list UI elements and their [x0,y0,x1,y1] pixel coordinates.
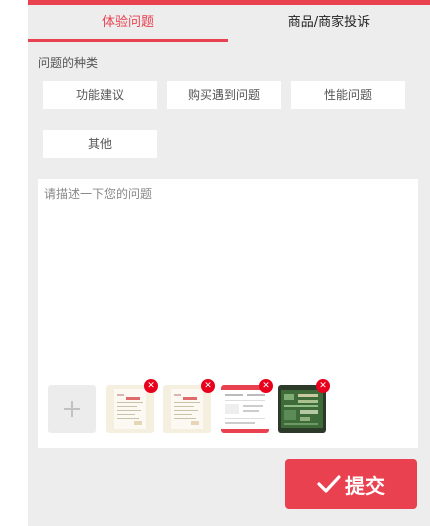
close-icon: ✕ [147,381,155,391]
description-box: ✕ ✕ [38,179,418,448]
close-icon: ✕ [204,381,212,391]
description-textarea[interactable] [38,179,418,369]
checkmark-icon [317,475,341,493]
category-option-performance-issue[interactable]: 性能问题 [291,81,405,109]
category-label: 问题的种类 [38,56,99,70]
active-tab-indicator [28,39,228,42]
delete-attachment-button[interactable]: ✕ [201,379,215,393]
add-photo-button[interactable] [48,385,96,433]
delete-attachment-button[interactable]: ✕ [259,379,273,393]
submit-label: 提交 [345,473,385,498]
tab-experience-issue[interactable]: 体验问题 [28,5,228,40]
category-option-feature-suggestion[interactable]: 功能建议 [43,81,157,109]
submit-button[interactable]: 提交 [285,459,417,509]
delete-attachment-button[interactable]: ✕ [316,379,330,393]
tab-merchant-complaint[interactable]: 商品/商家投诉 [228,5,430,40]
attachment-thumbnail[interactable]: ✕ [278,379,330,433]
attachment-thumbnail[interactable]: ✕ [106,379,158,433]
category-option-other[interactable]: 其他 [43,130,157,158]
delete-attachment-button[interactable]: ✕ [144,379,158,393]
category-option-purchase-problem[interactable]: 购买遇到问题 [167,81,281,109]
feedback-panel: 体验问题 商品/商家投诉 问题的种类 功能建议 购买遇到问题 性能问题 其他 请… [28,0,430,526]
attachment-thumbnail[interactable]: ✕ [221,379,273,433]
close-icon: ✕ [319,381,327,391]
close-icon: ✕ [262,381,270,391]
tab-bar: 体验问题 商品/商家投诉 [28,5,430,42]
attachment-thumbnail[interactable]: ✕ [163,379,215,433]
